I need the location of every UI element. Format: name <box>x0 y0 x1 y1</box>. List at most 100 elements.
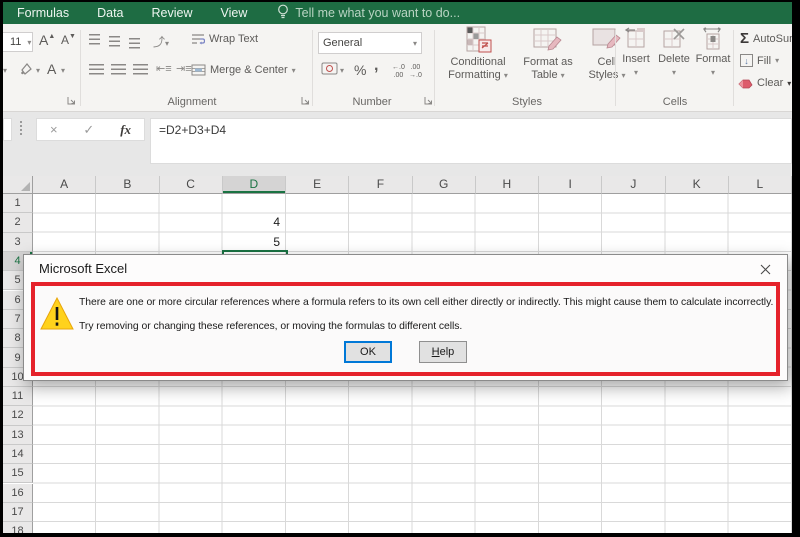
styles-group-label: Styles <box>512 96 542 108</box>
ok-button[interactable]: OK <box>344 341 392 363</box>
dialog-close-button[interactable] <box>751 257 779 281</box>
row-header-17[interactable]: 17 <box>3 502 33 523</box>
alignment-dialog-launcher-icon[interactable] <box>301 96 311 106</box>
insert-cells-button[interactable]: Insert ▾ <box>617 26 655 79</box>
warning-icon <box>40 296 74 335</box>
format-cells-icon <box>703 27 721 50</box>
ribbon-tab-bar: Formulas Data Review View Tell me what y… <box>3 2 792 24</box>
dialog-message-line1: There are one or more circular reference… <box>79 297 774 308</box>
percent-style-button[interactable]: % <box>354 62 366 78</box>
tab-review[interactable]: Review <box>138 2 207 24</box>
formula-bar-handle[interactable] <box>20 121 22 123</box>
wrap-text-button[interactable]: Wrap Text <box>191 33 258 45</box>
cell-D2[interactable]: 4 <box>223 215 285 234</box>
align-left-icon[interactable] <box>89 64 104 75</box>
row-header-3[interactable]: 3 <box>3 232 33 252</box>
font-size-input[interactable]: 11 ▾ <box>3 32 33 52</box>
select-all-corner[interactable] <box>3 176 33 194</box>
align-top-icon[interactable] <box>89 34 100 45</box>
insert-cells-icon <box>624 27 645 48</box>
number-format-value: General <box>323 37 363 49</box>
row-header-11[interactable]: 11 <box>3 387 33 407</box>
row-header-14[interactable]: 14 <box>3 444 33 465</box>
enter-icon[interactable]: ✓ <box>83 122 94 138</box>
fill-button[interactable]: ↓ Fill ▾ <box>740 54 779 67</box>
align-center-icon[interactable] <box>111 64 126 75</box>
number-dialog-launcher-icon[interactable] <box>424 96 434 106</box>
delete-cells-icon <box>663 28 685 48</box>
column-header-B[interactable]: B <box>96 176 160 194</box>
column-header-G[interactable]: G <box>412 176 476 194</box>
fill-color-button[interactable] <box>19 62 34 79</box>
conditional-formatting-icon <box>466 26 492 53</box>
column-header-E[interactable]: E <box>286 176 350 194</box>
excel-window: Formulas Data Review View Tell me what y… <box>3 2 792 533</box>
delete-cells-button[interactable]: Delete ▾ <box>655 26 693 79</box>
cancel-icon[interactable]: × <box>50 122 58 137</box>
help-button[interactable]: Help <box>419 341 467 363</box>
excel-warning-dialog: Microsoft Excel There are one or more ci… <box>23 254 788 381</box>
column-header-C[interactable]: C <box>159 176 223 194</box>
decrease-font-size-button[interactable]: A▼ <box>61 33 76 47</box>
column-header-H[interactable]: H <box>475 176 539 194</box>
tab-view[interactable]: View <box>207 2 262 24</box>
row-header-15[interactable]: 15 <box>3 464 33 484</box>
row-header-1[interactable]: 1 <box>3 194 33 214</box>
number-group-label: Number <box>352 96 392 108</box>
row-header-12[interactable]: 12 <box>3 406 33 426</box>
autosum-label: AutoSum <box>753 32 792 45</box>
column-header-A[interactable]: A <box>33 176 97 194</box>
fill-color-dropdown-icon[interactable]: ▾ <box>36 66 40 75</box>
format-as-table-icon <box>533 28 562 51</box>
formula-input[interactable]: =D2+D3+D4 <box>150 118 792 164</box>
name-box[interactable] <box>3 118 12 141</box>
number-format-select[interactable]: General ▾ <box>318 32 422 54</box>
orientation-icon[interactable]: ⤴▾ <box>153 33 169 50</box>
merge-center-button[interactable]: Merge & Center ▾ <box>191 64 296 76</box>
close-icon <box>760 264 770 274</box>
alignment-group-label: Alignment <box>167 96 217 108</box>
increase-indent-icon[interactable]: ⇥≡ <box>176 62 192 75</box>
column-header-K[interactable]: K <box>665 176 729 194</box>
font-color-dropdown-icon[interactable]: ▾ <box>61 66 65 75</box>
tab-formulas[interactable]: Formulas <box>3 2 83 24</box>
decrease-decimal-button[interactable]: .00 →.0 <box>409 64 422 79</box>
increase-decimal-button[interactable]: ←.0.00 <box>392 64 405 79</box>
column-header-J[interactable]: J <box>602 176 666 194</box>
tell-me-box[interactable]: Tell me what you want to do... <box>277 4 460 22</box>
dialog-title-bar[interactable]: Microsoft Excel <box>24 255 787 282</box>
align-bottom-icon[interactable] <box>129 38 140 49</box>
column-header-L[interactable]: L <box>728 176 792 194</box>
column-header-I[interactable]: I <box>539 176 603 194</box>
align-middle-icon[interactable] <box>109 36 120 47</box>
increase-font-size-button[interactable]: A▲ <box>39 32 55 48</box>
accounting-format-button[interactable] <box>321 62 338 78</box>
font-dialog-launcher-icon[interactable] <box>67 96 77 106</box>
wrap-text-label: Wrap Text <box>209 33 259 45</box>
format-cells-button[interactable]: Format ▾ <box>693 26 733 79</box>
merge-center-dropdown-icon: ▾ <box>291 65 296 75</box>
comma-style-button[interactable]: , <box>374 57 378 75</box>
clear-button[interactable]: Clear ▾ <box>738 77 791 89</box>
insert-function-icon[interactable]: fx <box>120 122 131 138</box>
row-header-18[interactable]: 18 <box>3 522 33 533</box>
column-header-F[interactable]: F <box>349 176 413 194</box>
tab-data[interactable]: Data <box>83 2 137 24</box>
border-button[interactable]: ▾ <box>3 64 7 76</box>
currency-icon <box>321 62 338 75</box>
column-header-D[interactable]: D <box>222 176 286 194</box>
conditional-formatting-button[interactable]: Conditional Formatting ▾ <box>439 26 517 82</box>
fill-down-icon: ↓ <box>740 54 753 67</box>
font-color-button[interactable]: A <box>47 61 56 77</box>
sigma-icon: Σ <box>740 30 750 47</box>
row-header-2[interactable]: 2 <box>3 213 33 233</box>
accounting-dropdown-icon[interactable]: ▾ <box>340 66 344 75</box>
font-size-value: 11 <box>10 36 22 48</box>
row-header-16[interactable]: 16 <box>3 483 33 503</box>
autosum-button[interactable]: Σ AutoSum <box>740 30 792 47</box>
format-as-table-button[interactable]: Format as Table ▾ <box>517 26 579 82</box>
decrease-indent-icon[interactable]: ⇤≡ <box>156 62 172 75</box>
align-right-icon[interactable] <box>133 64 148 75</box>
wrap-text-icon <box>192 34 205 45</box>
row-header-13[interactable]: 13 <box>3 425 33 445</box>
